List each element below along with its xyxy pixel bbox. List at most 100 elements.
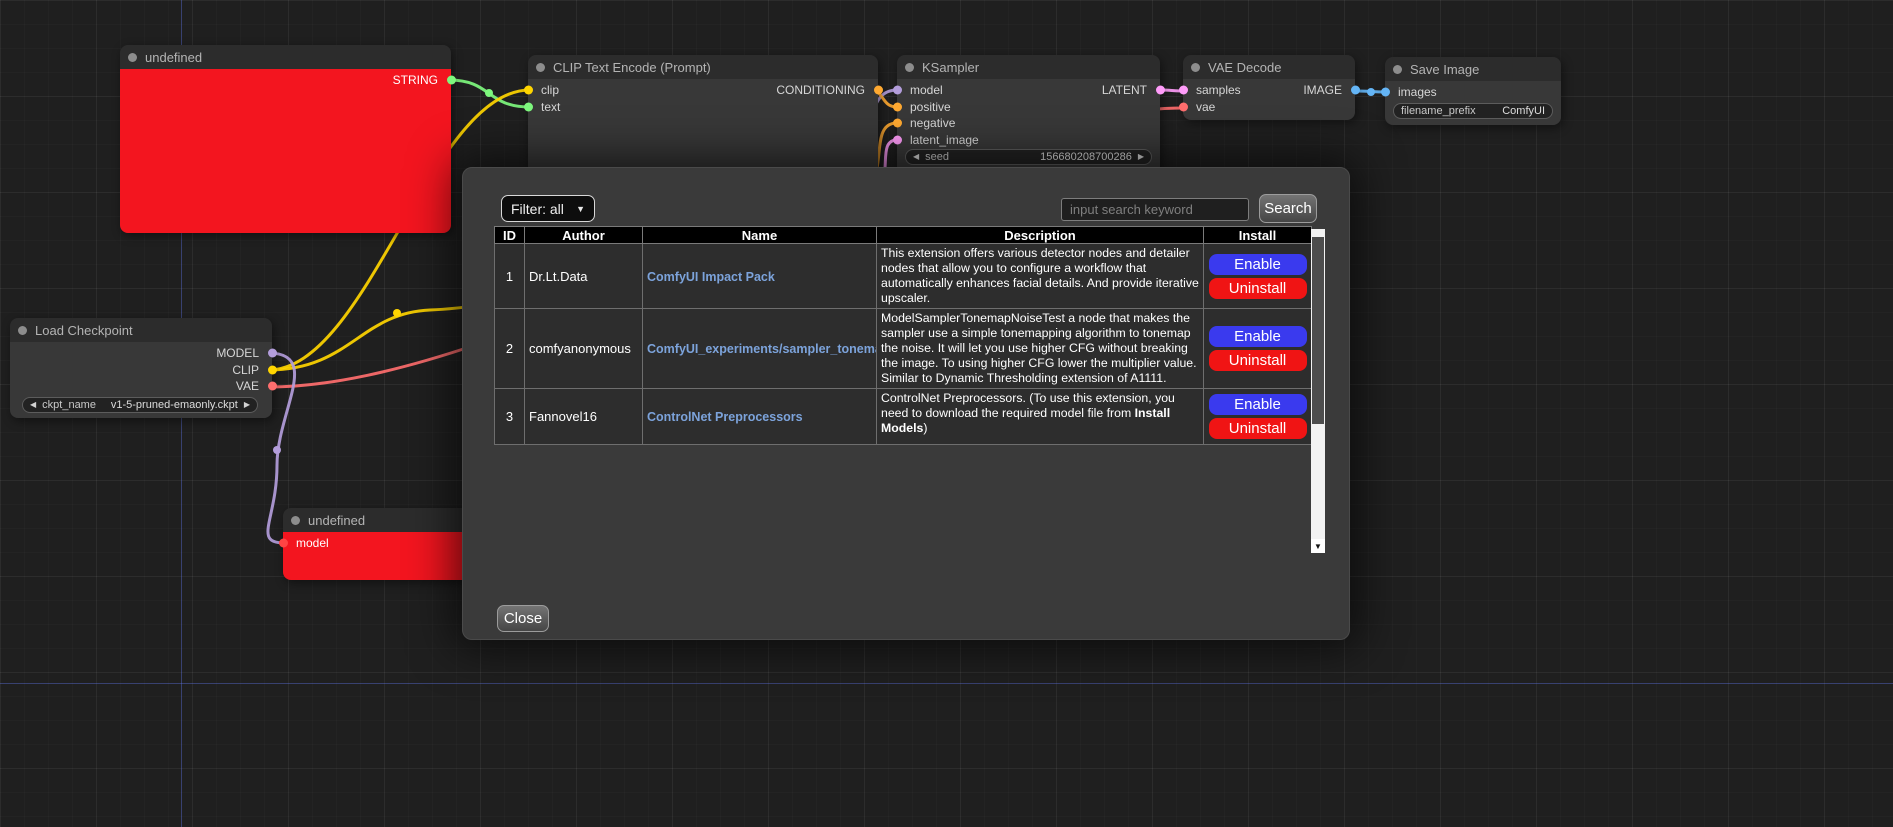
text-input-dot[interactable]: [524, 102, 533, 111]
search-button[interactable]: Search: [1259, 194, 1317, 223]
output-label: IMAGE: [1303, 83, 1342, 97]
comfyui-canvas[interactable]: undefined STRING CLIP Text Encode (Promp…: [0, 0, 1893, 827]
vae-input-dot[interactable]: [1179, 102, 1188, 111]
input-slot-latent-image: latent_image: [897, 132, 1160, 149]
seed-value: 156680208700286: [1040, 151, 1132, 163]
output-slot-string: STRING: [120, 72, 451, 89]
uninstall-button[interactable]: Uninstall: [1209, 418, 1307, 439]
output-slot-clip: CLIP: [10, 362, 272, 379]
node-undefined-top[interactable]: undefined STRING: [120, 45, 451, 233]
node-title-bar[interactable]: Load Checkpoint: [10, 318, 272, 342]
seed-widget[interactable]: ◀ seed 156680208700286 ▶: [905, 149, 1152, 165]
node-body: samples vae IMAGE: [1183, 79, 1355, 120]
filename-prefix-widget[interactable]: filename_prefix ComfyUI: [1393, 103, 1553, 119]
column-header-name: Name: [643, 227, 877, 244]
arrow-down-icon: ▼: [1314, 542, 1322, 551]
row-description: ModelSamplerTonemapNoiseTest a node that…: [877, 309, 1204, 389]
output-slot-conditioning: CONDITIONING: [528, 82, 878, 99]
output-slot-model: MODEL: [10, 345, 272, 362]
collapse-dot-icon[interactable]: [1191, 63, 1200, 72]
output-label: CONDITIONING: [776, 83, 865, 97]
search-input[interactable]: [1061, 198, 1249, 221]
row-description: ControlNet Preprocessors. (To use this e…: [877, 389, 1204, 445]
table-row: 1 Dr.Lt.Data ComfyUI Impact Pack This ex…: [495, 244, 1312, 309]
enable-button[interactable]: Enable: [1209, 326, 1307, 347]
enable-button[interactable]: Enable: [1209, 254, 1307, 275]
model-input-dot[interactable]: [279, 539, 288, 548]
table-row: 3 Fannovel16 ControlNet Preprocessors Co…: [495, 389, 1312, 445]
uninstall-button[interactable]: Uninstall: [1209, 278, 1307, 299]
close-button[interactable]: Close: [497, 605, 549, 632]
enable-button[interactable]: Enable: [1209, 394, 1307, 415]
wire-midpoint-dot: [393, 309, 401, 317]
image-output-dot[interactable]: [1351, 86, 1360, 95]
output-label: VAE: [236, 379, 259, 393]
row-id: 3: [495, 389, 525, 445]
conditioning-output-dot[interactable]: [874, 86, 883, 95]
input-label: text: [541, 100, 560, 114]
prev-arrow-icon[interactable]: ◀: [30, 401, 36, 409]
negative-input-dot[interactable]: [893, 119, 902, 128]
seed-label: seed: [925, 151, 949, 163]
collapse-dot-icon[interactable]: [536, 63, 545, 72]
node-title-bar[interactable]: VAE Decode: [1183, 55, 1355, 79]
extension-link[interactable]: ComfyUI Impact Pack: [647, 270, 775, 284]
collapse-dot-icon[interactable]: [128, 53, 137, 62]
node-title-bar[interactable]: undefined: [283, 508, 483, 532]
node-title-bar[interactable]: CLIP Text Encode (Prompt): [528, 55, 878, 79]
extension-link[interactable]: ControlNet Preprocessors: [647, 410, 803, 424]
node-title: Save Image: [1410, 62, 1479, 77]
output-slot-vae: VAE: [10, 378, 272, 395]
uninstall-button[interactable]: Uninstall: [1209, 350, 1307, 371]
latent-image-input-dot[interactable]: [893, 135, 902, 144]
table-scrollbar[interactable]: ▼: [1311, 229, 1325, 553]
wire-midpoint-dot: [273, 446, 281, 454]
node-ksampler[interactable]: KSampler model positive negative latent_…: [897, 55, 1160, 179]
scroll-down-button[interactable]: ▼: [1311, 539, 1325, 553]
ckpt-name-widget[interactable]: ◀ ckpt_name v1-5-pruned-emaonly.ckpt ▶: [22, 397, 258, 413]
decrement-arrow-icon[interactable]: ◀: [913, 153, 919, 161]
filter-select-wrap: Filter: all ▼: [501, 195, 595, 222]
clip-output-dot[interactable]: [268, 365, 277, 374]
next-arrow-icon[interactable]: ▶: [244, 401, 250, 409]
string-output-dot[interactable]: [447, 76, 456, 85]
input-label: negative: [910, 116, 955, 130]
collapse-dot-icon[interactable]: [18, 326, 27, 335]
input-label: latent_image: [910, 133, 979, 147]
node-load-checkpoint[interactable]: Load Checkpoint MODEL CLIP VAE ◀ ckpt_na…: [10, 318, 272, 418]
latent-output-dot[interactable]: [1156, 86, 1165, 95]
custom-nodes-manager-dialog: Filter: all ▼ Search ID Author Name Desc…: [462, 167, 1350, 640]
positive-input-dot[interactable]: [893, 102, 902, 111]
node-title-bar[interactable]: Save Image: [1385, 57, 1561, 81]
node-title: VAE Decode: [1208, 60, 1281, 75]
extension-link[interactable]: ComfyUI_experiments/sampler_tonemap: [647, 342, 877, 356]
node-body: model: [283, 532, 483, 580]
filter-select[interactable]: Filter: all: [501, 195, 595, 222]
row-author: Dr.Lt.Data: [525, 244, 643, 309]
input-label: positive: [910, 100, 951, 114]
node-title-bar[interactable]: KSampler: [897, 55, 1160, 79]
output-slot-latent: LATENT: [897, 82, 1160, 99]
node-title-bar[interactable]: undefined: [120, 45, 451, 69]
collapse-dot-icon[interactable]: [1393, 65, 1402, 74]
scrollbar-thumb[interactable]: [1312, 237, 1324, 424]
collapse-dot-icon[interactable]: [291, 516, 300, 525]
column-header-install: Install: [1204, 227, 1312, 244]
wire-latent-stub: [885, 140, 897, 168]
ckpt-name-label: ckpt_name: [42, 399, 96, 411]
vae-output-dot[interactable]: [268, 382, 277, 391]
input-slot-positive: positive: [897, 99, 1160, 116]
node-title: undefined: [145, 50, 202, 65]
increment-arrow-icon[interactable]: ▶: [1138, 153, 1144, 161]
images-input-dot[interactable]: [1381, 88, 1390, 97]
node-title: Load Checkpoint: [35, 323, 133, 338]
node-save-image[interactable]: Save Image images filename_prefix ComfyU…: [1385, 57, 1561, 125]
node-vae-decode[interactable]: VAE Decode samples vae IMAGE: [1183, 55, 1355, 120]
column-header-id: ID: [495, 227, 525, 244]
table-row: 2 comfyanonymous ComfyUI_experiments/sam…: [495, 309, 1312, 389]
extensions-table: ID Author Name Description Install 1 Dr.…: [494, 226, 1312, 445]
model-output-dot[interactable]: [268, 349, 277, 358]
node-undefined-bottom[interactable]: undefined model: [283, 508, 483, 580]
input-slot-text: text: [528, 99, 878, 116]
collapse-dot-icon[interactable]: [905, 63, 914, 72]
